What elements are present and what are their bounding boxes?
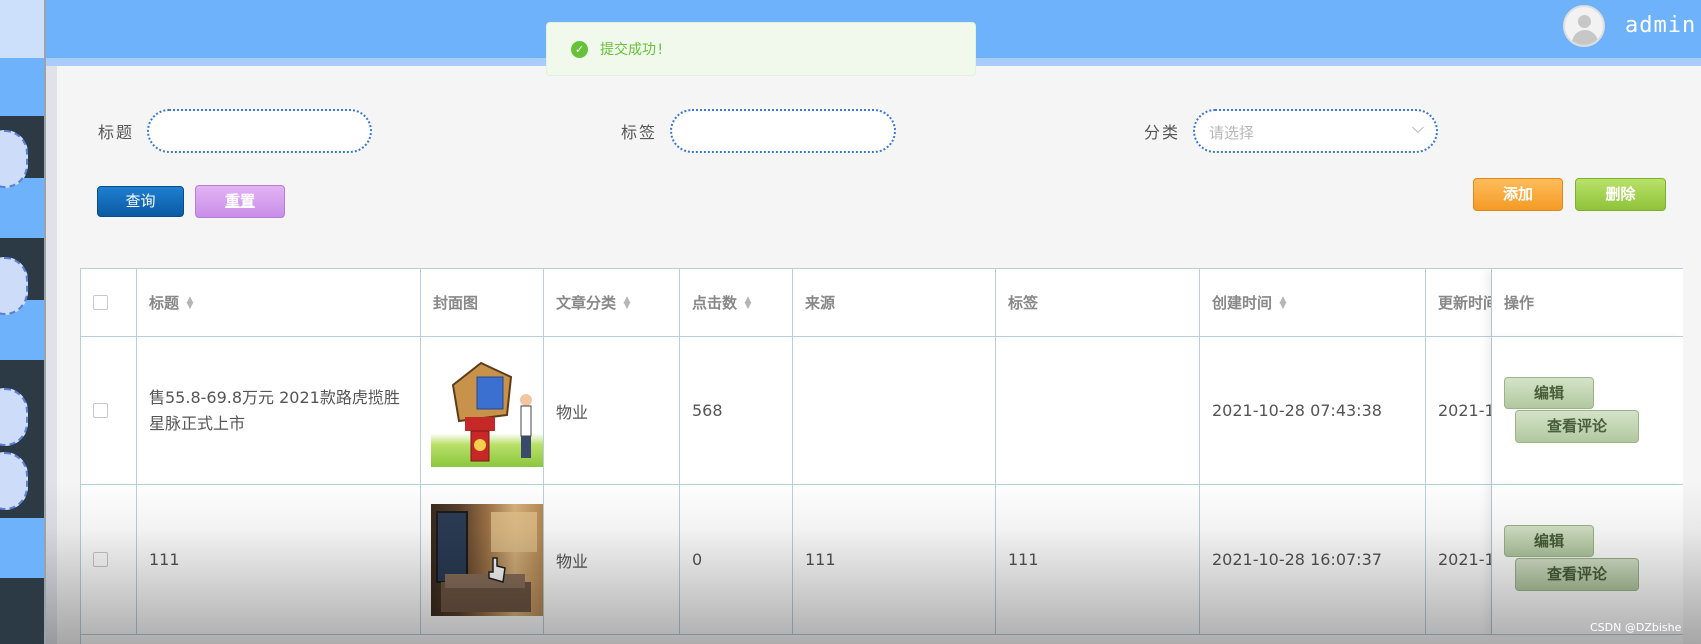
sidebar-menu-blob[interactable] [0,452,28,510]
row-title: 111 [137,485,421,635]
bedroom-illustration [436,510,537,612]
left-sidebar-strip [0,0,46,644]
row-checkbox[interactable] [93,552,108,567]
query-button[interactable]: 查询 [97,186,184,217]
row-clicks-text: 0 [692,550,703,569]
header-actions: 操作 [1492,269,1683,337]
header-category[interactable]: 文章分类 ▲ ▼ [544,269,680,337]
row-cover [421,337,544,485]
row-clicks: 568 [680,337,793,485]
sidebar-block [0,0,44,58]
row-tags-text: 111 [1008,550,1039,569]
row-actions: 编辑 查看评论 [1492,485,1683,635]
row-tags: 111 [996,485,1200,635]
category-select[interactable]: 请选择 ⌵ [1193,109,1438,153]
user-avatar-icon[interactable] [1563,5,1605,47]
row-title-text: 售55.8-69.8万元 2021款路虎揽胜星脉正式上市 [149,387,400,433]
row-source-text: 111 [805,550,836,569]
sort-icon[interactable]: ▲ ▼ [743,295,753,310]
row-select-cell [81,485,137,635]
avatar-head [1578,15,1591,28]
row-source [793,337,996,485]
row-created-text: 2021-10-28 07:43:38 [1212,401,1382,420]
cover-image-house[interactable] [431,354,543,467]
row-created-text: 2021-10-28 16:07:37 [1212,550,1382,569]
check-circle-icon: ✓ [571,40,588,58]
row-updated-text: 2021-1 [1438,401,1492,420]
row-title-text: 111 [149,549,180,569]
header-cover: 封面图 [421,269,544,337]
header-updated-label: 更新时间 [1438,294,1491,312]
row-updated: 2021-1 [1426,485,1492,635]
header-source: 来源 [793,269,996,337]
row-title: 售55.8-69.8万元 2021款路虎揽胜星脉正式上市 [137,337,421,485]
edit-button[interactable]: 编辑 [1504,377,1594,409]
row-category-text: 物业 [556,551,589,571]
select-all-cell [81,269,137,337]
header-source-label: 来源 [805,294,836,312]
articles-table: 标题 ▲ ▼ 封面图 文章分类 ▲ ▼ 点击数 ▲ ▼ 来源 标签 创建时间 ▲ ▼ 更… [80,268,1683,644]
header-created[interactable]: 创建时间 ▲ ▼ [1200,269,1426,337]
header-actions-label: 操作 [1504,294,1535,312]
add-button[interactable]: 添加 [1473,178,1563,211]
header-tags-label: 标签 [1008,294,1039,312]
row-created: 2021-10-28 07:43:38 [1200,337,1426,485]
header-tags: 标签 [996,269,1200,337]
tag-search-input[interactable] [670,109,896,153]
category-label: 分类 [1144,123,1181,142]
username[interactable]: admin [1625,13,1696,38]
view-comments-button[interactable]: 查看评论 [1515,558,1639,591]
header-clicks-label: 点击数 [692,294,738,312]
header-clicks[interactable]: 点击数 ▲ ▼ [680,269,793,337]
tag-label: 标签 [621,123,658,142]
watermark: CSDN @DZbishe [1590,621,1682,634]
header-title[interactable]: 标题 ▲ ▼ [137,269,421,337]
row-checkbox[interactable] [93,403,108,418]
select-all-checkbox[interactable] [93,295,108,310]
sort-icon[interactable]: ▲ ▼ [622,295,632,310]
house-illustration [451,361,532,461]
success-toast: ✓ 提交成功! [546,22,976,76]
header-cover-label: 封面图 [433,294,479,312]
row-category: 物业 [544,485,680,635]
sort-icon[interactable]: ▲ ▼ [185,295,195,310]
row-cover [421,485,544,635]
row-clicks-text: 568 [692,401,723,420]
row-category-text: 物业 [556,402,589,422]
row-clicks: 0 [680,485,793,635]
view-comments-button[interactable]: 查看评论 [1515,410,1639,443]
edit-button[interactable]: 编辑 [1504,525,1594,557]
sidebar-block [0,518,44,578]
header-updated[interactable]: 更新时间 [1426,269,1492,337]
header-title-label: 标题 [149,294,180,312]
toast-message: 提交成功! [600,42,665,58]
title-label: 标题 [98,123,135,142]
sort-icon[interactable]: ▲ ▼ [1278,295,1288,310]
title-search-input[interactable] [147,109,372,153]
row-select-cell [81,337,137,485]
category-placeholder: 请选择 [1209,124,1255,142]
row-category: 物业 [544,337,680,485]
reset-button[interactable]: 重置 [195,185,285,218]
avatar-body [1572,30,1598,45]
row-actions: 编辑 查看评论 [1492,337,1683,485]
row-updated-text: 2021-1 [1438,550,1492,569]
row-created: 2021-10-28 16:07:37 [1200,485,1426,635]
chevron-down-icon: ⌵ [1411,118,1424,137]
row-tags [996,337,1200,485]
header-created-label: 创建时间 [1212,294,1273,312]
sidebar-block [0,58,44,116]
header-category-label: 文章分类 [556,294,617,312]
cover-image-bedroom[interactable] [431,503,543,616]
sidebar-menu-blob[interactable] [0,388,28,446]
delete-button[interactable]: 删除 [1575,178,1666,211]
row-source: 111 [793,485,996,635]
hand-cursor-icon [488,556,506,583]
row-updated: 2021-1 [1426,337,1492,485]
